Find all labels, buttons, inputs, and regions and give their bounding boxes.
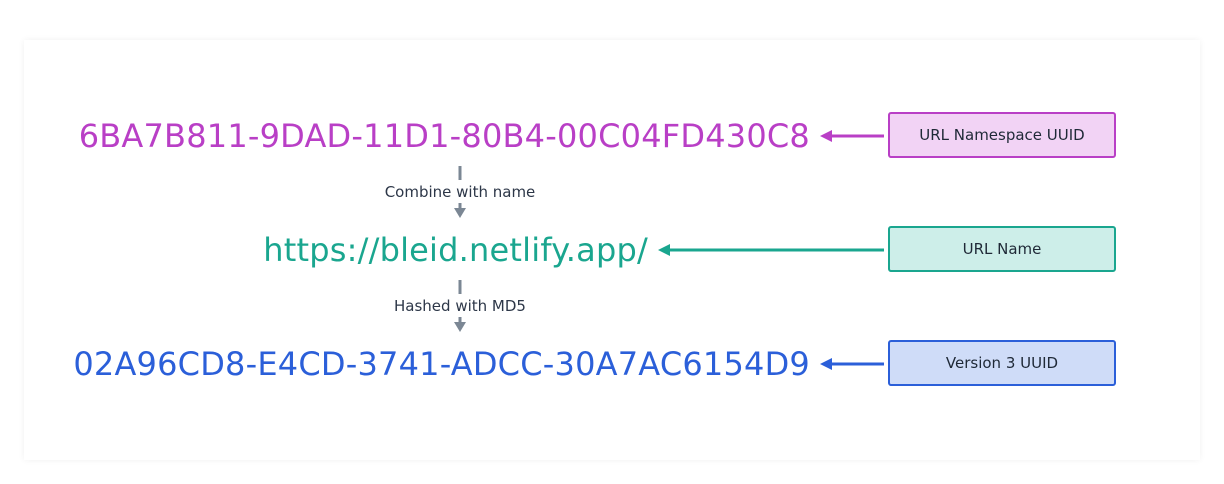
combine-flow-arrowhead: [454, 208, 466, 218]
result-arrowhead: [820, 358, 832, 370]
hash-flow-arrowhead: [454, 322, 466, 332]
name-arrowhead: [658, 244, 670, 256]
namespace-arrowhead: [820, 130, 832, 142]
connector-layer: [454, 130, 884, 370]
